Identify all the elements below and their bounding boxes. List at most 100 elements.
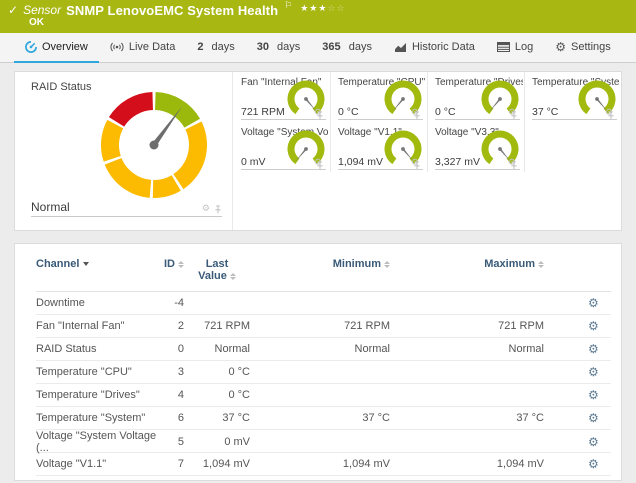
overview-gauge-icon — [25, 41, 37, 53]
cell-last-value: 0 °C — [184, 389, 250, 401]
small-gauges-grid: Fan "Internal Fan"721 RPM⚙Temperature "C… — [233, 72, 621, 172]
gauge-value: 3,327 mV — [435, 156, 508, 168]
gauge-footer: Normal ⚙ — [31, 200, 222, 217]
cell-id: 6 — [166, 412, 184, 424]
channel-settings-gear-icon[interactable]: ⚙ — [588, 319, 599, 333]
tab-overview[interactable]: Overview — [14, 33, 99, 63]
channel-settings-gear-icon[interactable]: ⚙ — [588, 388, 599, 402]
log-list-icon — [497, 42, 510, 52]
channel-settings-gear-icon[interactable]: ⚙ — [588, 342, 599, 356]
gauge-footer: 0 °C⚙ — [435, 106, 520, 120]
priority-stars[interactable]: ★★★☆☆ — [300, 2, 345, 17]
channel-gauge-cell: Voltage "System Voltage (12...0 mV⚙ — [233, 122, 330, 172]
table-row-raid-status: RAID Status0NormalNormalNormal⚙ — [36, 338, 611, 361]
cell-id: 2 — [166, 320, 184, 332]
cell-maximum: 721 RPM — [390, 320, 544, 332]
channel-settings-gear-icon[interactable]: ⚙ — [588, 480, 599, 482]
table-row-downtime: Downtime-4 ⚙ — [36, 292, 611, 315]
gauge-value: 0 °C — [338, 106, 411, 118]
channel-gauge-cell: Fan "Internal Fan"721 RPM⚙ — [233, 72, 330, 122]
cell-minimum: 37 °C — [250, 412, 390, 424]
cell-last-value: 721 RPM — [184, 320, 250, 332]
cell-channel: Voltage "System Voltage (... — [36, 430, 166, 454]
page-title: SNMP LenovoEMC System Health — [66, 3, 278, 18]
cell-maximum: 37 °C — [390, 412, 544, 424]
tab-30-days[interactable]: 30 days — [246, 33, 312, 63]
gauge-footer: 0 °C⚙ — [338, 106, 423, 120]
sort-arrows-icon — [538, 261, 544, 268]
cell-channel: Temperature "Drives" — [36, 389, 166, 401]
cell-channel: Downtime — [36, 297, 166, 309]
priority-flag-icon: ⚐ — [284, 0, 292, 14]
column-header-maximum[interactable]: Maximum — [390, 258, 544, 270]
column-header-minimum[interactable]: Minimum — [250, 258, 390, 270]
cell-channel: Temperature "System" — [36, 412, 166, 424]
gauge-value: Normal — [31, 200, 202, 214]
cell-minimum: 721 RPM — [250, 320, 390, 332]
cell-id: -4 — [166, 297, 184, 309]
sensor-status-text: OK — [29, 18, 628, 28]
sort-arrows-icon — [230, 273, 236, 280]
sensor-type-label: Sensor — [23, 3, 61, 18]
tab-2-days[interactable]: 2 days — [186, 33, 245, 63]
table-header-row: ChannelIDLastValueMinimumMaximum — [36, 254, 611, 292]
channel-settings-gear-icon[interactable]: ⚙ — [588, 435, 599, 449]
gear-icon[interactable]: ⚙ — [202, 205, 210, 214]
status-check-icon: ✓ — [8, 3, 18, 18]
cell-last-value: 0 °C — [184, 366, 250, 378]
cell-id: 4 — [166, 389, 184, 401]
table-row-temperature-drives: Temperature "Drives"40 °C ⚙ — [36, 384, 611, 407]
cell-maximum: 1,094 mV — [390, 458, 544, 470]
cell-id: 0 — [166, 343, 184, 355]
settings-gear-icon: ⚙ — [555, 41, 566, 53]
tab-settings[interactable]: ⚙Settings — [544, 33, 622, 63]
channel-settings-gear-icon[interactable]: ⚙ — [588, 457, 599, 471]
cell-channel: Voltage "V1.1" — [36, 458, 166, 470]
gauge-value: 721 RPM — [241, 106, 314, 118]
channel-settings-gear-icon[interactable]: ⚙ — [588, 365, 599, 379]
live-data-signal-icon — [110, 42, 124, 52]
gauge-footer: 3,327 mV⚙ — [435, 156, 520, 170]
gauge-footer: 0 mV⚙ — [241, 156, 326, 170]
channel-gauge-cell: Voltage "V3.3"3,327 mV⚙ — [427, 122, 524, 172]
sensor-header: ✓ Sensor SNMP LenovoEMC System Health ⚐ … — [0, 0, 636, 33]
cell-id: 7 — [166, 458, 184, 470]
gauge-footer: 721 RPM⚙ — [241, 106, 326, 120]
gauge-footer: 1,094 mV⚙ — [338, 156, 423, 170]
channel-table: ChannelIDLastValueMinimumMaximum Downtim… — [36, 254, 611, 481]
channel-gauge-cell: Temperature "CPU"0 °C⚙ — [330, 72, 427, 122]
table-row-voltage-v11: Voltage "V1.1"71,094 mV1,094 mV1,094 mV⚙ — [36, 453, 611, 476]
cell-channel: Temperature "CPU" — [36, 366, 166, 378]
gauge-value: 0 mV — [241, 156, 314, 168]
table-row-fan-internal-fan: Fan "Internal Fan"2721 RPM721 RPM721 RPM… — [36, 315, 611, 338]
tab-log[interactable]: Log — [486, 33, 544, 63]
tab-365-days[interactable]: 365 days — [311, 33, 383, 63]
channel-settings-gear-icon[interactable]: ⚙ — [588, 411, 599, 425]
column-header-id[interactable]: ID — [166, 258, 184, 270]
cell-last-value: Normal — [184, 343, 250, 355]
tab-live-data[interactable]: Live Data — [99, 33, 186, 63]
sort-desc-icon — [83, 262, 89, 266]
tab-historic-data[interactable]: Historic Data — [383, 33, 486, 63]
gauge-value: 1,094 mV — [338, 156, 411, 168]
cell-last-value: 37 °C — [184, 412, 250, 424]
cell-minimum: 1,094 mV — [250, 458, 390, 470]
channel-gauge-cell: Voltage "V1.1"1,094 mV⚙ — [330, 122, 427, 172]
pin-icon[interactable] — [214, 205, 222, 214]
table-body: Downtime-4⚙Fan "Internal Fan"2721 RPM721… — [36, 292, 611, 481]
column-header-channel[interactable]: Channel — [36, 258, 166, 270]
cell-maximum: Normal — [390, 343, 544, 355]
cell-channel: Fan "Internal Fan" — [36, 320, 166, 332]
gauge-value: 0 °C — [435, 106, 508, 118]
cell-last-value: 1,094 mV — [184, 458, 250, 470]
gauge-footer: 37 °C⚙ — [532, 106, 617, 120]
channel-settings-gear-icon[interactable]: ⚙ — [588, 296, 599, 310]
table-row-voltage-system-voltage: Voltage "System Voltage (...50 mV⚙ — [36, 430, 611, 453]
table-row-temperature-system: Temperature "System"637 °C37 °C37 °C⚙ — [36, 407, 611, 430]
column-header-last-value[interactable]: LastValue — [184, 258, 250, 282]
historic-data-chart-icon — [394, 42, 407, 53]
gauge-value: 37 °C — [532, 106, 605, 118]
cell-last-value: 0 mV — [184, 436, 250, 448]
gauges-card: RAID Status Normal ⚙ Fan "Internal Fan"7… — [14, 71, 622, 231]
tab-bar: OverviewLive Data2 days30 days365 daysHi… — [0, 33, 636, 63]
